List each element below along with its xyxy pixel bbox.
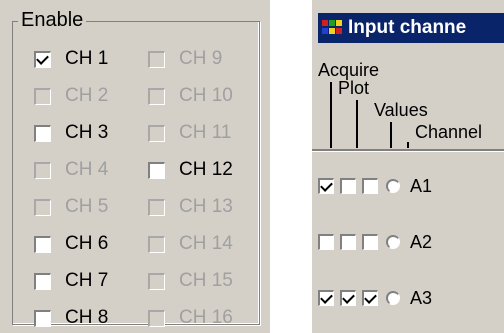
channel-checkbox-7[interactable]: CH 7	[34, 268, 108, 294]
checkbox-box[interactable]	[148, 161, 165, 179]
values-checkbox[interactable]	[362, 178, 378, 194]
channel-radio[interactable]	[386, 235, 400, 249]
channel-checkbox-3[interactable]: CH 3	[34, 120, 108, 146]
values-checkbox[interactable]	[362, 234, 378, 250]
channel-checkbox-6[interactable]: CH 6	[34, 231, 108, 257]
channel-checkbox-2: CH 2	[34, 83, 108, 109]
channel-row: A2	[318, 230, 432, 254]
channel-checkbox-16: CH 16	[148, 305, 233, 331]
plot-checkbox[interactable]	[340, 290, 356, 306]
enable-group-legend: Enable	[18, 8, 87, 32]
checkbox-box	[148, 309, 165, 327]
channel-radio[interactable]	[386, 291, 400, 305]
plot-checkbox[interactable]	[340, 178, 356, 194]
channel-label: CH 10	[179, 85, 233, 106]
channel-label: CH 2	[65, 85, 109, 106]
app-icon	[322, 18, 344, 38]
channel-row: A3	[318, 286, 432, 310]
values-checkbox[interactable]	[362, 290, 378, 306]
input-channel-window: Input channe Acquire Plot Values Channel…	[312, 0, 504, 333]
channel-label: CH 16	[179, 307, 233, 328]
checkbox-box	[34, 161, 51, 179]
checkbox-box	[148, 198, 165, 216]
checkbox-box[interactable]	[34, 272, 51, 290]
channel-label: CH 5	[65, 196, 109, 217]
checkbox-box	[148, 235, 165, 253]
acquire-checkbox[interactable]	[318, 178, 334, 194]
acquire-checkbox[interactable]	[318, 290, 334, 306]
channel-radio[interactable]	[386, 179, 400, 193]
window-title: Input channe	[348, 17, 467, 38]
channel-label: CH 11	[179, 122, 232, 143]
header-values: Values	[374, 100, 428, 120]
checkbox-box[interactable]	[34, 235, 51, 253]
channel-checkbox-8[interactable]: CH 8	[34, 305, 108, 331]
channel-name: A3	[410, 287, 433, 308]
window-title-bar[interactable]: Input channe	[318, 13, 504, 43]
acquire-column-line	[330, 82, 332, 148]
channel-checkbox-5: CH 5	[34, 194, 108, 220]
header-plot: Plot	[338, 78, 370, 98]
checkbox-box[interactable]	[34, 309, 51, 327]
plot-checkbox[interactable]	[340, 234, 356, 250]
checkbox-box	[148, 87, 165, 105]
plot-column-line	[356, 100, 358, 148]
checkbox-box	[148, 124, 165, 142]
channel-checkbox-13: CH 13	[148, 194, 233, 220]
channel-label: CH 7	[65, 270, 109, 291]
channel-row: A1	[318, 174, 432, 198]
channel-checkbox-4: CH 4	[34, 157, 108, 183]
channel-checkbox-10: CH 10	[148, 83, 233, 109]
channel-label: CH 15	[179, 270, 233, 291]
channel-checkbox-12[interactable]: CH 12	[148, 157, 233, 183]
channel-label: CH 1	[65, 48, 109, 69]
channel-label: CH 9	[179, 48, 223, 69]
checkbox-box	[34, 87, 51, 105]
channel-checkbox-11: CH 11	[148, 120, 231, 146]
channel-checkbox-9: CH 9	[148, 46, 222, 72]
channel-label: CH 6	[65, 233, 109, 254]
channel-checkbox-14: CH 14	[148, 231, 233, 257]
values-column-line	[390, 122, 392, 148]
channel-label: CH 3	[65, 122, 109, 143]
enable-panel: Enable CH 1 CH 2 CH 3 CH 4 CH 5 CH 6 CH 7 CH 8 C…	[0, 0, 270, 333]
checkbox-box[interactable]	[34, 50, 51, 68]
channel-name: A2	[410, 231, 433, 252]
header-acquire: Acquire	[318, 60, 380, 80]
channel-label: CH 4	[65, 159, 109, 180]
acquire-checkbox[interactable]	[318, 234, 334, 250]
channel-name: A1	[410, 175, 433, 196]
channel-label: CH 13	[179, 196, 233, 217]
channel-checkbox-1[interactable]: CH 1	[34, 46, 108, 72]
channel-column-line	[407, 142, 409, 148]
channel-checkbox-15: CH 15	[148, 268, 233, 294]
header-separator	[312, 149, 504, 152]
checkbox-box	[34, 198, 51, 216]
channel-label: CH 8	[65, 307, 109, 328]
channel-label: CH 12	[179, 159, 233, 180]
channel-label: CH 14	[179, 233, 233, 254]
checkbox-box	[148, 272, 165, 290]
header-channel: Channel	[415, 122, 483, 142]
checkbox-box[interactable]	[34, 124, 51, 142]
checkbox-box	[148, 50, 165, 68]
